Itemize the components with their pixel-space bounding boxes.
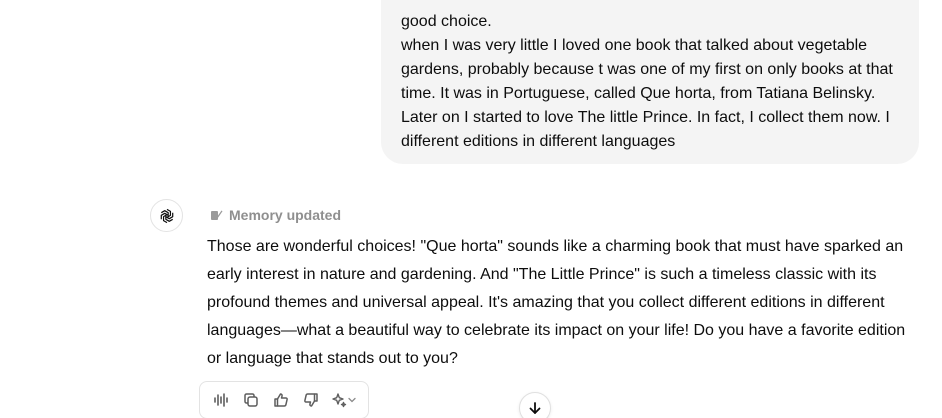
message-actions-toolbar — [199, 381, 369, 418]
assistant-response: Those are wonderful choices! "Que horta"… — [207, 233, 919, 373]
thumbs-up-button[interactable] — [268, 386, 294, 414]
assistant-avatar — [150, 199, 183, 232]
user-message-line: good choice. — [401, 13, 492, 30]
assistant-response-line: Those are wonderful choices! "Que horta"… — [207, 238, 904, 255]
user-message-bubble: good choice. when I was very little I lo… — [381, 0, 919, 164]
thumbs-down-icon — [303, 392, 319, 408]
read-aloud-button[interactable] — [208, 386, 234, 414]
memory-pencil-icon — [209, 208, 223, 222]
user-message-line: when I was very little I loved one book … — [401, 37, 868, 54]
sparkle-regenerate-icon — [331, 392, 347, 408]
memory-updated-label: Memory updated — [229, 207, 342, 223]
chat-page: good choice. when I was very little I lo… — [0, 0, 942, 418]
user-message-line: gardens, probably because t was one of m… — [401, 61, 893, 78]
read-aloud-icon — [213, 392, 229, 408]
user-message-line: Later on I started to love The little Pr… — [401, 109, 890, 126]
copy-icon — [243, 392, 259, 408]
assistant-response-line: profound themes and universal appeal. It… — [207, 294, 885, 311]
thumbs-down-button[interactable] — [298, 386, 324, 414]
user-message-line: time. It was in Portuguese, called Que h… — [401, 85, 876, 102]
openai-logo-icon — [158, 207, 176, 225]
regenerate-menu-button[interactable] — [328, 386, 360, 414]
assistant-response-line: early interest in nature and gardening. … — [207, 266, 877, 283]
copy-button[interactable] — [238, 386, 264, 414]
arrow-down-icon — [527, 400, 543, 416]
user-message-line: different editions in different language… — [401, 133, 676, 150]
assistant-response-line: languages—what a beautiful way to celebr… — [207, 322, 906, 339]
memory-updated-indicator[interactable]: Memory updated — [209, 205, 341, 225]
thumbs-up-icon — [273, 392, 289, 408]
chevron-down-icon — [347, 395, 357, 405]
scroll-to-bottom-button[interactable] — [519, 392, 551, 418]
assistant-response-line: or language that stands out to you? — [207, 350, 458, 367]
